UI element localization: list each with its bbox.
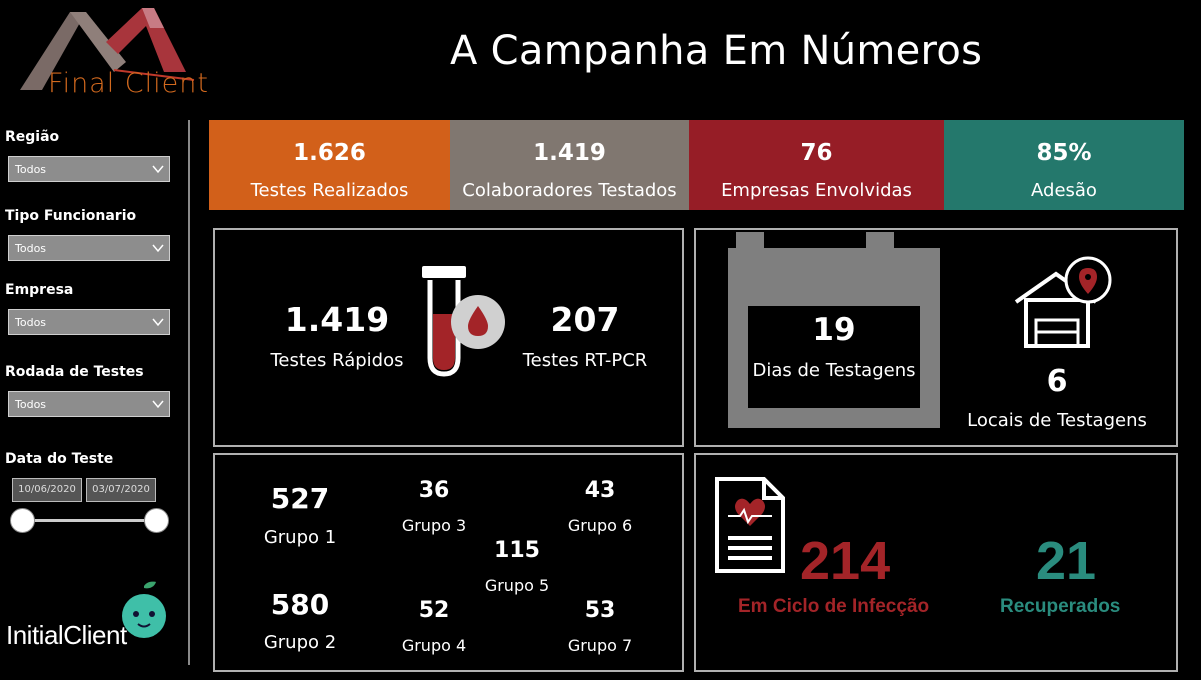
recovered-value: 21 [1036,531,1097,591]
test-tube-blood-icon [422,266,505,377]
empresa-dropdown[interactable]: Todos [8,309,170,335]
dropdown-value: Todos [15,242,47,255]
kpi-label: Testes Realizados [250,180,409,201]
infection-label: Em Ciclo de Infecção [738,596,930,617]
pcr-tests-label: Testes RT-PCR [522,350,648,371]
kpi-colaboradores-testados: 1.419 Colaboradores Testados [450,120,689,210]
filter-label-regiao: Região [5,129,60,145]
kpi-label: Adesão [1031,180,1097,201]
date-start-input[interactable]: 10/06/2020 [12,478,82,502]
date-slider-track[interactable] [22,519,156,522]
group-7-label: Grupo 7 [567,636,633,655]
group-5-value: 115 [494,538,540,563]
rodada-testes-dropdown[interactable]: Todos [8,391,170,417]
group-7-value: 53 [584,598,616,623]
group-3-label: Grupo 3 [401,516,467,535]
group-6-value: 43 [584,478,616,503]
date-slider-end-handle[interactable] [144,508,169,533]
tipo-funcionario-dropdown[interactable]: Todos [8,235,170,261]
chevron-down-icon [152,244,164,253]
group-4-label: Grupo 4 [401,636,467,655]
kpi-label: Empresas Envolvidas [721,180,912,201]
rapid-tests-label: Testes Rápidos [270,350,404,371]
house-location-icon [1014,256,1112,348]
rapid-tests-value: 1.419 [284,300,390,339]
testing-days-value: 19 [812,312,856,348]
pcr-tests-value: 207 [550,300,620,339]
filter-label-data: Data do Teste [5,451,114,467]
dropdown-value: Todos [15,163,47,176]
footer-logo-text: InitialClient [6,620,127,650]
group-2-value: 580 [270,588,330,621]
group-1-value: 527 [270,482,330,515]
testing-locations-value: 6 [1046,364,1068,399]
medical-report-icon [715,477,785,573]
chevron-down-icon [152,318,164,327]
filter-label-tipo: Tipo Funcionario [5,208,137,224]
kpi-value: 85% [1036,140,1092,166]
chevron-down-icon [152,400,164,409]
group-2-label: Grupo 2 [263,632,337,653]
logo-text: Final Client [48,68,209,99]
group-1-label: Grupo 1 [263,527,337,548]
kpi-value: 1.419 [533,140,606,166]
regiao-dropdown[interactable]: Todos [8,156,170,182]
filter-label-empresa: Empresa [5,282,74,298]
date-end-input[interactable]: 03/07/2020 [86,478,156,502]
initial-client-logo: InitialClient [6,580,186,660]
group-5-label: Grupo 5 [484,576,550,595]
kpi-label: Colaboradores Testados [462,180,677,201]
kpi-value: 76 [800,140,833,166]
kpi-adesao: 85% Adesão [944,120,1184,210]
kpi-empresas-envolvidas: 76 Empresas Envolvidas [689,120,944,210]
testing-locations-label: Locais de Testagens [967,410,1147,431]
date-slider-start-handle[interactable] [10,508,35,533]
dropdown-value: Todos [15,398,47,411]
testing-days-label: Dias de Testagens [752,360,916,381]
page-title: A Campanha Em Números [450,28,983,74]
infection-value: 214 [800,531,891,591]
final-client-logo: Final Client [14,2,210,102]
kpi-value: 1.626 [293,140,366,166]
group-3-value: 36 [418,478,450,503]
sidebar-divider [188,120,190,665]
group-4-value: 52 [418,598,450,623]
recovered-label: Recuperados [1000,596,1121,617]
chevron-down-icon [152,165,164,174]
dropdown-value: Todos [15,316,47,329]
group-6-label: Grupo 6 [567,516,633,535]
kpi-testes-realizados: 1.626 Testes Realizados [209,120,450,210]
filter-label-rodada: Rodada de Testes [5,364,144,380]
